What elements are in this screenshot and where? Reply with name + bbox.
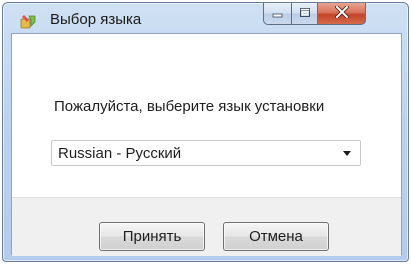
installer-icon — [20, 13, 37, 30]
close-button[interactable] — [318, 3, 366, 25]
close-icon — [333, 3, 350, 23]
language-select[interactable]: Russian - Русский — [51, 140, 361, 166]
maximize-button[interactable] — [291, 3, 318, 25]
chevron-down-icon — [343, 151, 351, 156]
minimize-icon — [272, 5, 284, 23]
window-title: Выбор языка — [50, 11, 142, 28]
caption-buttons — [263, 3, 366, 25]
button-bar: Принять Отмена — [12, 197, 401, 256]
minimize-button[interactable] — [263, 3, 291, 25]
title-bar[interactable]: Выбор языка — [3, 3, 408, 33]
accept-button[interactable]: Принять — [99, 222, 205, 251]
dialog-content: Пожалуйста, выберите язык установки Russ… — [11, 33, 402, 256]
cancel-button[interactable]: Отмена — [223, 222, 329, 251]
language-select-value: Russian - Русский — [58, 145, 182, 162]
maximize-icon — [299, 5, 311, 23]
language-selection-window: Выбор языка Пожалуйста, выберите язык ус… — [2, 2, 409, 262]
prompt-label: Пожалуйста, выберите язык установки — [54, 98, 325, 115]
